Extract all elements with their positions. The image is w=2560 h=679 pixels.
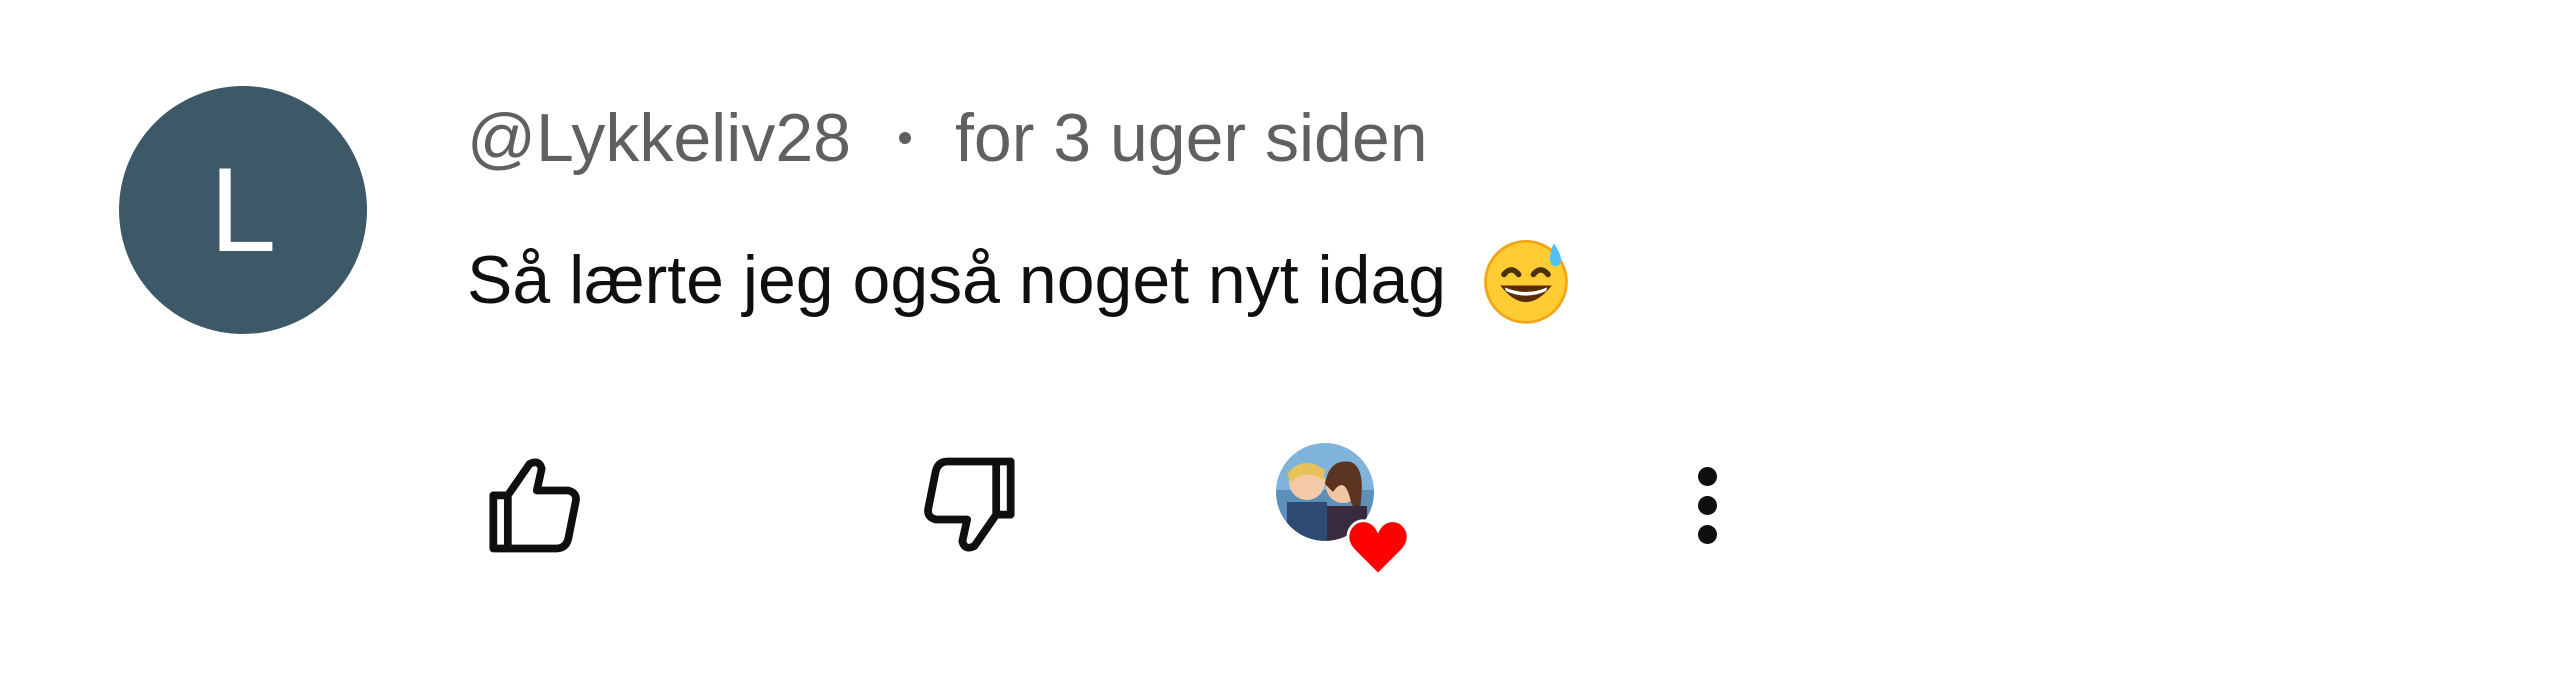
more-vertical-icon <box>1697 457 1717 554</box>
like-button[interactable] <box>467 440 597 570</box>
more-actions-button[interactable] <box>1657 440 1757 570</box>
comment-body: @Lykkeliv28 for 3 uger siden Så lærte je… <box>467 90 2560 328</box>
author-name[interactable]: @Lykkeliv28 <box>467 99 851 177</box>
avatar[interactable]: L <box>119 86 367 334</box>
creator-heart-badge[interactable] <box>1273 440 1410 580</box>
thumb-down-icon <box>924 457 1015 552</box>
grinning-face-with-sweat-icon <box>1484 239 1568 324</box>
comment-actions <box>467 440 1867 580</box>
heart-icon <box>1346 519 1410 577</box>
comment-text-content: Så lærte jeg også noget nyt idag <box>467 242 1447 318</box>
thumb-up-icon <box>489 458 580 553</box>
timestamp[interactable]: for 3 uger siden <box>955 99 1428 177</box>
comment-text: Så lærte jeg også noget nyt idag <box>467 232 2560 328</box>
dislike-button[interactable] <box>907 440 1037 570</box>
comment-thread: L @Lykkeliv28 for 3 uger siden Så lærte … <box>0 0 2560 679</box>
comment-header: @Lykkeliv28 for 3 uger siden <box>467 90 2560 186</box>
avatar-letter: L <box>209 143 277 277</box>
separator-dot <box>899 132 911 144</box>
